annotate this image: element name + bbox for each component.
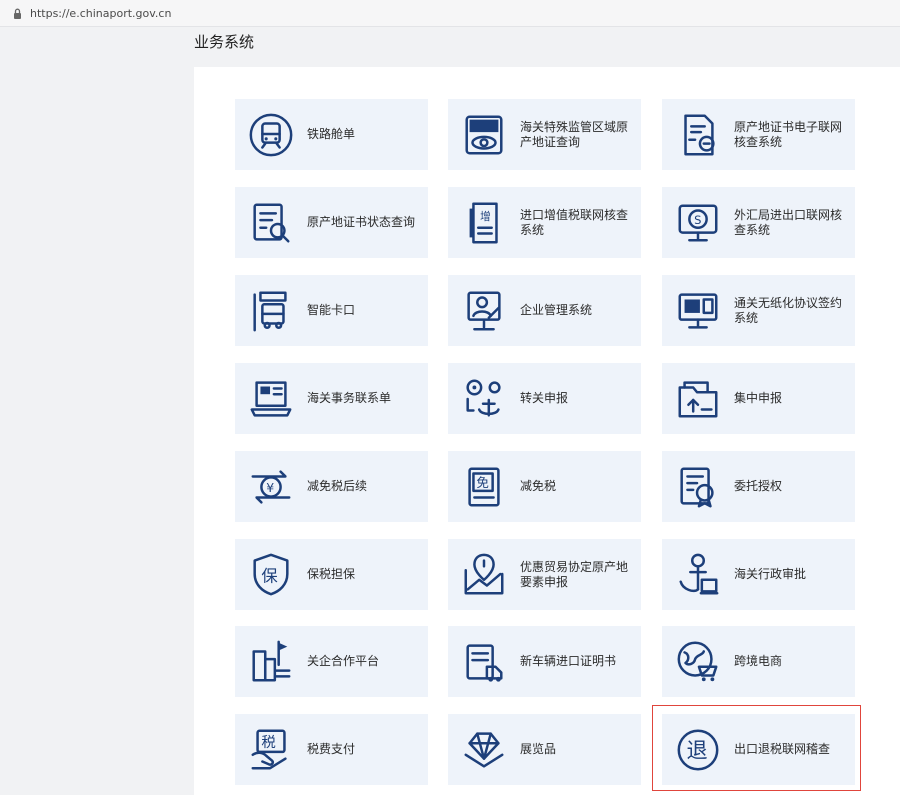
tile-vehicle-document[interactable]: 新车辆进口证明书 [448, 626, 641, 697]
lock-icon [11, 7, 24, 20]
url-text: https://e.chinaport.gov.cn [30, 6, 172, 20]
diamond-box-icon [459, 725, 509, 775]
tile-label: 集中申报 [734, 391, 783, 405]
city-flag-icon [246, 637, 296, 687]
tile-label: 原产地证书状态查询 [307, 215, 416, 229]
tile-tax-payment[interactable]: 税 税费支付 [235, 714, 428, 785]
document-search-icon [246, 198, 296, 248]
tile-vat-document[interactable]: 增 进口增值税联网核查系统 [448, 187, 641, 258]
tile-label: 减免税后续 [307, 479, 368, 493]
bonded-shield-icon: 保 [246, 550, 296, 600]
tile-currency-exchange[interactable]: ¥ 减免税后续 [235, 451, 428, 522]
tile-map-pin-chart[interactable]: 优惠贸易协定原产地要素申报 [448, 539, 641, 610]
map-pin-chart-icon [459, 550, 509, 600]
svg-text:保: 保 [261, 566, 277, 585]
tile-bonded-shield[interactable]: 保 保税担保 [235, 539, 428, 610]
tile-label: 新车辆进口证明书 [520, 654, 617, 668]
tile-document-search[interactable]: 原产地证书状态查询 [235, 187, 428, 258]
monitor-currency-icon: S [673, 198, 723, 248]
tile-gate-truck[interactable]: 智能卡口 [235, 275, 428, 346]
paperless-agreement-icon [673, 286, 723, 336]
tile-label: 原产地证书电子联网核查系统 [734, 119, 843, 149]
tile-authorization-badge[interactable]: 委托授权 [662, 451, 855, 522]
tile-label: 委托授权 [734, 479, 783, 493]
tile-approval-anchor[interactable]: 海关行政审批 [662, 539, 855, 610]
certificate-seal-icon [673, 110, 723, 160]
tile-label: 进口增值税联网核查系统 [520, 207, 629, 237]
tile-diamond-box[interactable]: 展览品 [448, 714, 641, 785]
address-bar[interactable]: https://e.chinaport.gov.cn [0, 0, 900, 27]
train-icon [246, 110, 296, 160]
tile-transit-anchor[interactable]: 转关申报 [448, 363, 641, 434]
tile-label: 企业管理系统 [520, 303, 593, 317]
special-zone-eye-icon [459, 110, 509, 160]
svg-text:免: 免 [476, 475, 488, 490]
svg-text:退: 退 [686, 737, 707, 762]
approval-anchor-icon [673, 550, 723, 600]
tile-train[interactable]: 铁路舱单 [235, 99, 428, 170]
tile-label: 通关无纸化协议签约系统 [734, 295, 843, 325]
tile-enterprise-user[interactable]: 企业管理系统 [448, 275, 641, 346]
tile-label: 外汇局进出口联网核查系统 [734, 207, 843, 237]
tile-label: 展览品 [520, 742, 557, 756]
tile-special-zone-eye[interactable]: 海关特殊监管区域原产地证查询 [448, 99, 641, 170]
tile-label: 出口退税联网稽查 [734, 742, 831, 756]
tile-label: 转关申报 [520, 391, 569, 405]
tile-label: 跨境电商 [734, 654, 783, 668]
tile-label: 税费支付 [307, 742, 356, 756]
page-title: 业务系统 [194, 33, 255, 51]
tile-label: 海关行政审批 [734, 567, 807, 581]
exempt-document-icon: 免 [459, 462, 509, 512]
gate-truck-icon [246, 286, 296, 336]
tile-label: 铁路舱单 [307, 127, 356, 141]
tile-label: 智能卡口 [307, 303, 356, 317]
folder-upload-icon [673, 374, 723, 424]
tile-label: 优惠贸易协定原产地要素申报 [520, 559, 629, 589]
tile-folder-upload[interactable]: 集中申报 [662, 363, 855, 434]
tile-label: 减免税 [520, 479, 557, 493]
tile-monitor-currency[interactable]: S 外汇局进出口联网核查系统 [662, 187, 855, 258]
tile-label: 关企合作平台 [307, 654, 380, 668]
svg-text:¥: ¥ [266, 479, 274, 494]
vat-document-icon: 增 [459, 198, 509, 248]
tile-exempt-document[interactable]: 免 减免税 [448, 451, 641, 522]
laptop-contact-icon [246, 374, 296, 424]
vehicle-document-icon [459, 637, 509, 687]
tile-paperless-agreement[interactable]: 通关无纸化协议签约系统 [662, 275, 855, 346]
currency-exchange-icon: ¥ [246, 462, 296, 512]
svg-text:增: 增 [480, 210, 491, 223]
enterprise-user-icon [459, 286, 509, 336]
svg-text:税: 税 [261, 734, 275, 751]
authorization-badge-icon [673, 462, 723, 512]
tile-label: 海关事务联系单 [307, 391, 392, 405]
svg-text:S: S [694, 212, 701, 226]
tile-laptop-contact[interactable]: 海关事务联系单 [235, 363, 428, 434]
globe-cart-icon [673, 637, 723, 687]
tax-payment-icon: 税 [246, 725, 296, 775]
tile-city-flag[interactable]: 关企合作平台 [235, 626, 428, 697]
tile-label: 保税担保 [307, 567, 356, 581]
tile-globe-cart[interactable]: 跨境电商 [662, 626, 855, 697]
tile-label: 海关特殊监管区域原产地证查询 [520, 119, 629, 149]
tax-refund-icon: 退 [673, 725, 723, 775]
tile-certificate-seal[interactable]: 原产地证书电子联网核查系统 [662, 99, 855, 170]
transit-anchor-icon [459, 374, 509, 424]
tile-tax-refund[interactable]: 退 出口退税联网稽查 [662, 714, 855, 785]
